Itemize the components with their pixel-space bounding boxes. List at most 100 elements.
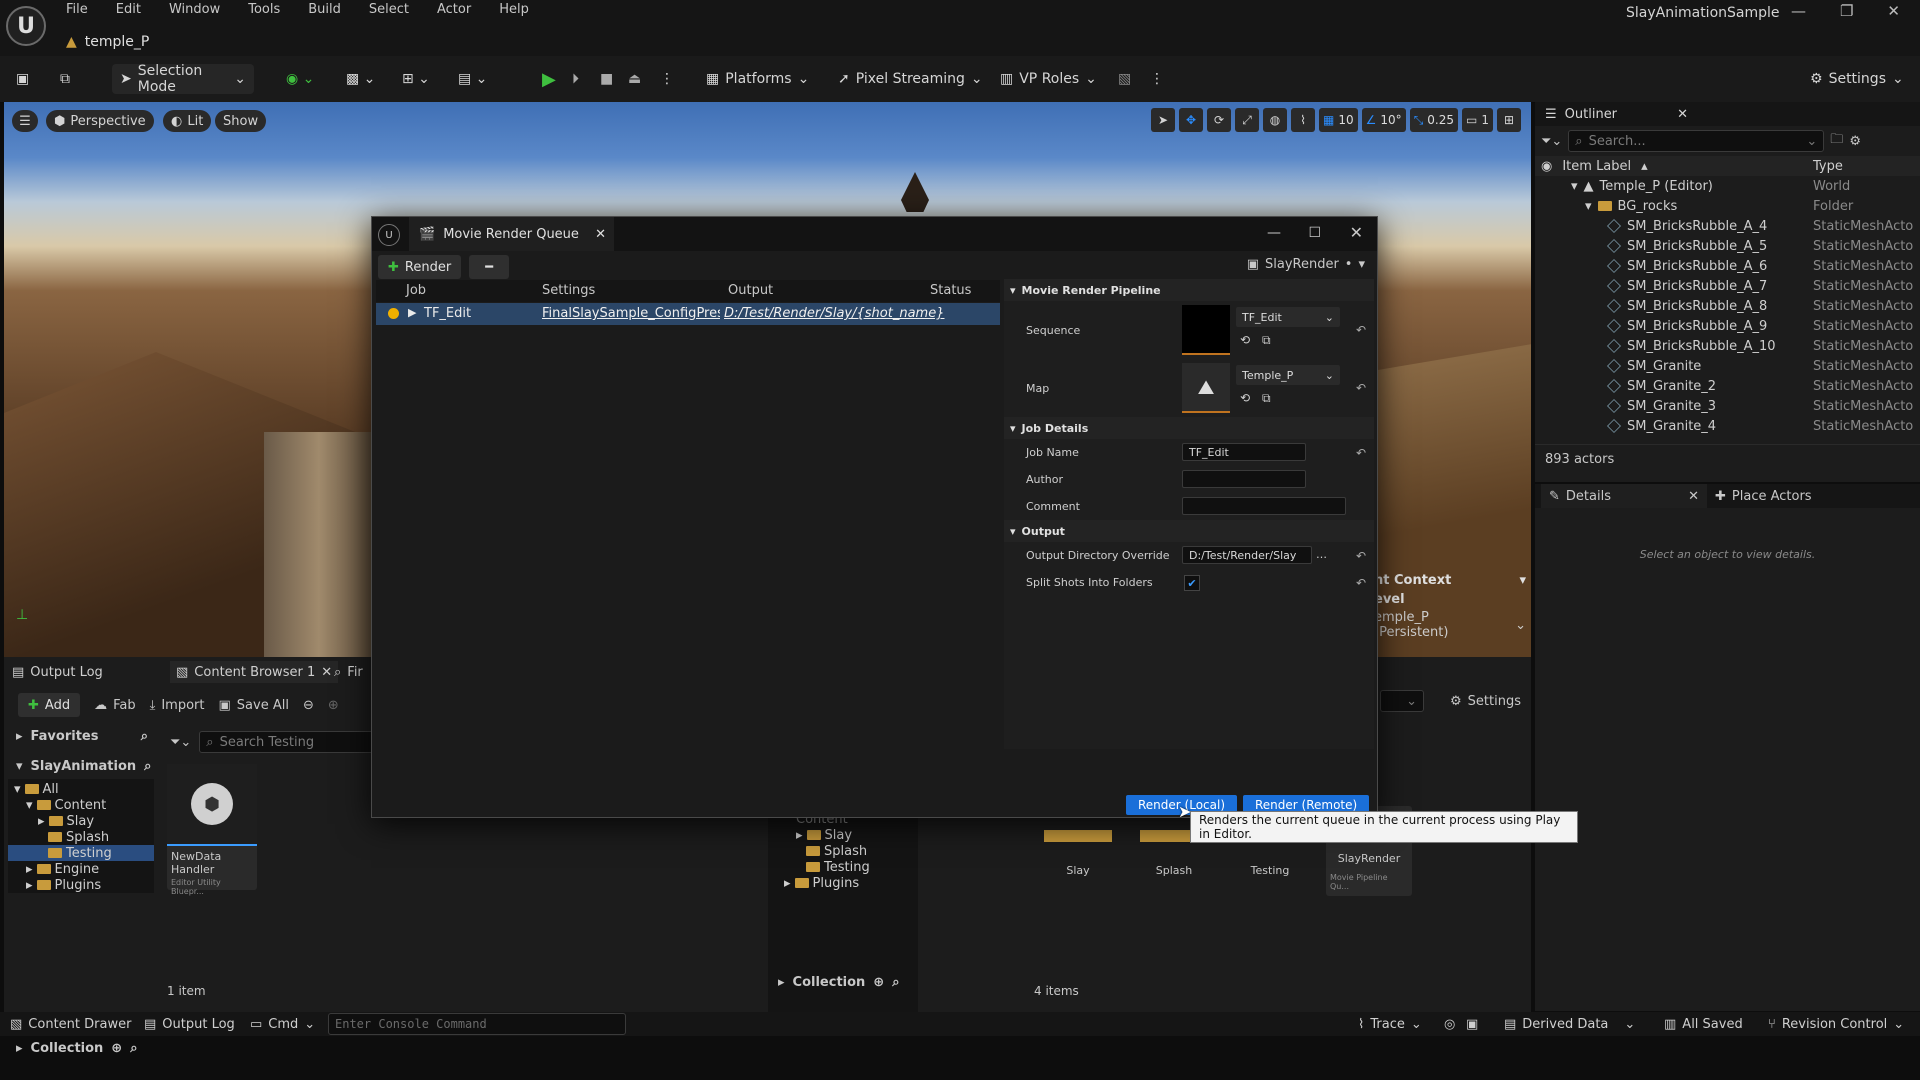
tree-plugins[interactable]: ▸ Plugins	[8, 877, 154, 893]
mrq-tab[interactable]: 🎬 Movie Render Queue ✕	[409, 217, 614, 251]
map-tab[interactable]: ▲ temple_P	[66, 30, 149, 54]
menu-tools[interactable]: Tools	[248, 2, 280, 17]
browse-folder-icon[interactable]: …	[1316, 548, 1327, 561]
vp-roles-dropdown[interactable]: ▥ VP Roles ⌄	[1000, 64, 1097, 94]
maximize-icon[interactable]: ☐	[1308, 225, 1321, 241]
revision-control-dropdown[interactable]: ⑂ Revision Control ⌄	[1768, 1017, 1904, 1032]
all-saved-button[interactable]: ▥ All Saved	[1664, 1017, 1743, 1032]
grid-snap-button[interactable]: ▦ 10	[1319, 108, 1358, 132]
close-icon[interactable]: ✕	[1350, 223, 1363, 242]
output-column[interactable]: Output	[728, 283, 773, 298]
fab-button[interactable]: ☁ Fab	[94, 698, 136, 713]
browse-to-icon[interactable]: ⟲	[1240, 333, 1250, 347]
cmd-dropdown[interactable]: ▭ Cmd ⌄	[250, 1017, 315, 1032]
tree-row-world[interactable]: ▾ ▲ Temple_P (Editor) World	[1535, 176, 1920, 196]
add-button[interactable]: ✚ Add	[18, 693, 81, 717]
menu-edit[interactable]: Edit	[116, 2, 141, 17]
record-icon[interactable]: ◎	[1444, 1017, 1455, 1032]
filter-icon[interactable]: ⏷⌄	[170, 735, 191, 750]
second-search-dropdown[interactable]: ⌄	[1380, 690, 1424, 712]
expand-icon[interactable]: ▾	[1571, 179, 1578, 194]
remove-job-button[interactable]: ━	[469, 255, 510, 279]
more-options-icon[interactable]: ⋮	[1150, 64, 1164, 94]
tree-plugins[interactable]: ▸ Plugins	[768, 875, 918, 891]
more-options-icon[interactable]: ⋮	[660, 64, 674, 94]
menu-actor[interactable]: Actor	[437, 2, 471, 17]
current-level-dropdown[interactable]: emple_P (Persistent) ⌄	[1374, 610, 1526, 640]
tree-row-actor[interactable]: SM_BricksRubble_A_7 StaticMeshActo	[1535, 276, 1920, 296]
rotation-snap-button[interactable]: ∠ 10°	[1361, 108, 1406, 132]
screenshot-icon[interactable]: ▣	[1466, 1017, 1478, 1032]
split-shots-checkbox[interactable]: ✔	[1184, 575, 1200, 591]
tree-testing[interactable]: Testing	[8, 845, 154, 861]
tree-splash[interactable]: Splash	[768, 843, 918, 859]
settings-column[interactable]: Settings	[542, 283, 595, 298]
reset-icon[interactable]: ↶	[1356, 381, 1366, 395]
scale-snap-button[interactable]: ⤡ 0.25	[1409, 108, 1459, 132]
eject-icon[interactable]: ⏏	[628, 64, 641, 94]
play-icon[interactable]: ▶	[542, 64, 556, 94]
forward-icon[interactable]: ⊕	[328, 698, 339, 713]
tree-engine[interactable]: ▸ Engine	[8, 861, 154, 877]
filter-icon[interactable]: ⏷⌄	[1541, 134, 1562, 149]
tree-row-actor[interactable]: SM_Granite_3 StaticMeshActo	[1535, 396, 1920, 416]
search-icon[interactable]: ⌕	[141, 729, 148, 744]
close-icon[interactable]: ✕	[321, 665, 332, 680]
gear-icon[interactable]: ⚙	[1849, 134, 1861, 149]
selection-mode-dropdown[interactable]: ➤ Selection Mode ⌄	[112, 63, 254, 95]
stop-icon[interactable]: ■	[600, 64, 613, 94]
preset-dropdown[interactable]: ▣ SlayRender • ▾	[1247, 257, 1365, 272]
world-icon[interactable]: ◍	[1263, 108, 1288, 132]
tree-row-folder[interactable]: ▾ BG_rocks Folder	[1535, 196, 1920, 216]
tab-content-browser[interactable]: ▧ Content Browser 1 ✕	[170, 661, 339, 683]
second-collection-section[interactable]: ▸ Collection ⊕ ⌕	[778, 975, 899, 990]
tree-row-actor[interactable]: SM_BricksRubble_A_6 StaticMeshActo	[1535, 256, 1920, 276]
search-icon[interactable]: ⌕	[130, 1041, 137, 1056]
close-icon[interactable]: ✕	[1887, 2, 1900, 20]
tab-find[interactable]: ⌕ Fir	[334, 661, 363, 683]
tree-row-actor[interactable]: SM_Granite_4 StaticMeshActo	[1535, 416, 1920, 436]
disabled-tool-icon[interactable]: ▧	[1118, 64, 1131, 94]
menu-window[interactable]: Window	[169, 2, 220, 17]
snapping-icon[interactable]: ⊞ ⌄	[402, 64, 430, 94]
tree-all[interactable]: ▾ All	[8, 781, 154, 797]
settings-dropdown[interactable]: ⚙ Settings ⌄	[1810, 64, 1904, 94]
add-actor-icon[interactable]: ▩ ⌄	[346, 64, 375, 94]
unreal-logo-icon[interactable]: U	[6, 6, 46, 46]
use-selected-icon[interactable]: ⧉	[1262, 333, 1271, 348]
output-log-button[interactable]: ▤ Output Log	[144, 1017, 235, 1032]
tree-row-actor[interactable]: SM_Granite_2 StaticMeshActo	[1535, 376, 1920, 396]
author-input[interactable]	[1182, 470, 1306, 488]
menu-help[interactable]: Help	[499, 2, 529, 17]
save-icon[interactable]: ▣	[16, 64, 29, 94]
tab-output-log[interactable]: ▤ Output Log	[12, 661, 103, 683]
outliner-search-input[interactable]: ⌕ Search... ⌄	[1568, 130, 1825, 152]
collection-section[interactable]: ▸ Collection ⊕ ⌕	[8, 1041, 137, 1056]
use-selected-icon[interactable]: ⧉	[1262, 391, 1271, 406]
section-output[interactable]: ▾ Output	[1004, 520, 1374, 542]
search-icon[interactable]: ⌕	[892, 975, 899, 990]
asset-search-input[interactable]: ⌕ Search Testing	[199, 731, 400, 753]
perspective-button[interactable]: ⬢ Perspective	[46, 110, 154, 132]
outliner-tab[interactable]: ☰ Outliner ✕	[1535, 102, 1920, 126]
tree-row-actor[interactable]: SM_Granite StaticMeshActo	[1535, 356, 1920, 376]
job-enabled-icon[interactable]	[388, 308, 399, 319]
layout-icon[interactable]: ⊞	[1497, 108, 1521, 132]
chevron-down-icon[interactable]: ▾	[1519, 573, 1526, 588]
tree-testing[interactable]: Testing	[768, 859, 918, 875]
section-movie-render-pipeline[interactable]: ▾ Movie Render Pipeline	[1004, 279, 1374, 301]
job-column[interactable]: Job	[406, 283, 426, 298]
search-icon[interactable]: ⌕	[144, 759, 151, 774]
tab-details[interactable]: ✎ Details ✕	[1541, 484, 1707, 508]
tree-row-actor[interactable]: SM_BricksRubble_A_10 StaticMeshActo	[1535, 336, 1920, 356]
viewport-menu-button[interactable]: ☰	[12, 110, 38, 132]
quick-add-icon[interactable]: ◉ ⌄	[286, 64, 314, 94]
expand-icon[interactable]: ▶	[408, 306, 416, 319]
visibility-icon[interactable]: ◉	[1541, 159, 1552, 174]
select-icon[interactable]: ➤	[1151, 108, 1176, 132]
reset-icon[interactable]: ↶	[1356, 446, 1366, 460]
job-output-link[interactable]: D:/Test/Render/Slay/{shot_name}	[724, 306, 944, 321]
browse-icon[interactable]: ⧉	[60, 64, 70, 94]
tree-row-actor[interactable]: SM_BricksRubble_A_5 StaticMeshActo	[1535, 236, 1920, 256]
import-button[interactable]: ⤓ Import	[150, 698, 205, 713]
